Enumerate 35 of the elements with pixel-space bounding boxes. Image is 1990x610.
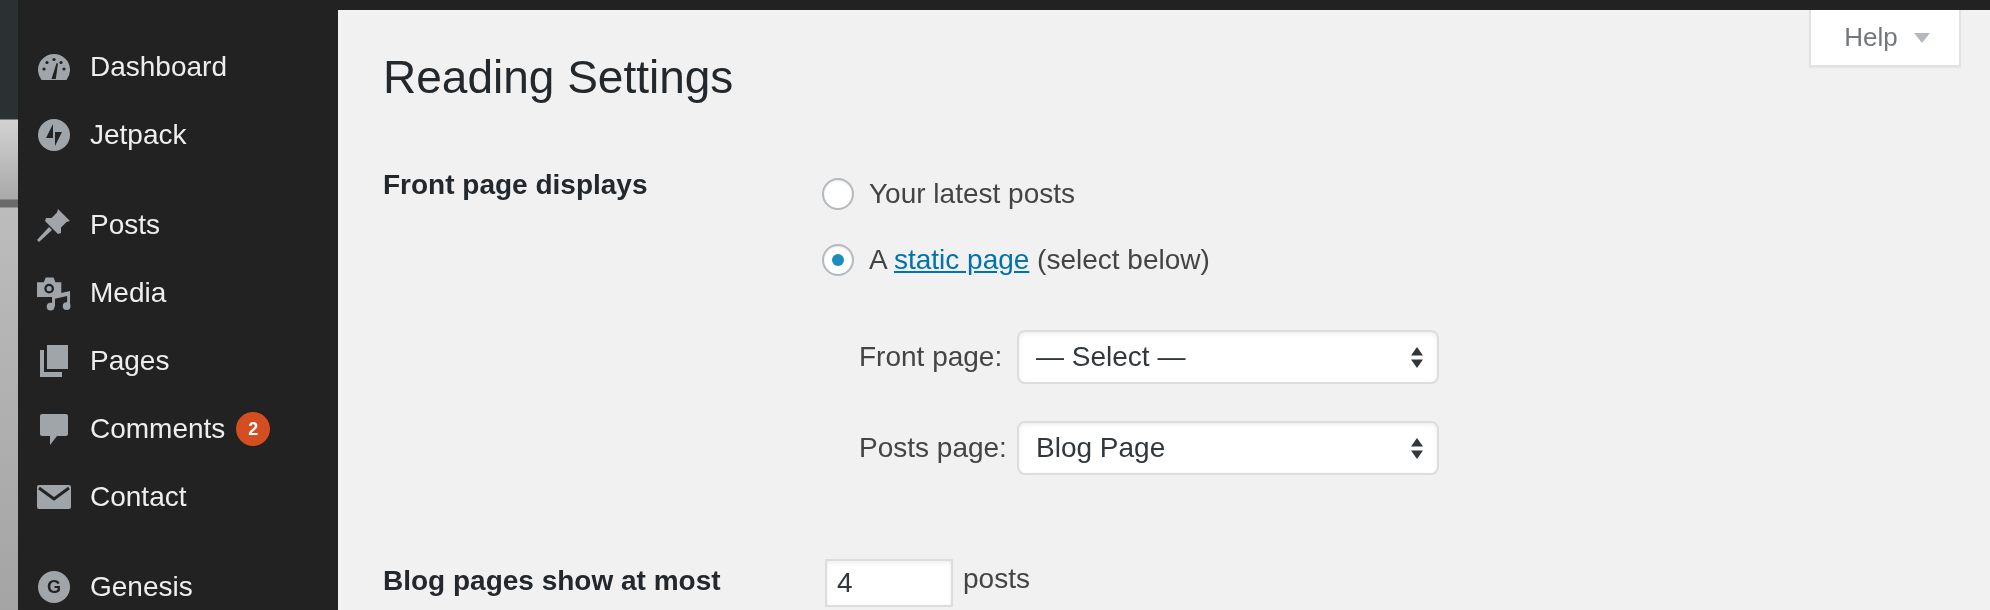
static-page-link[interactable]: static page (893, 244, 1030, 275)
sidebar-item[interactable]: Genesis (90, 567, 193, 607)
comment-count-badge: 2 (236, 412, 271, 446)
page-title: Reading Settings (383, 50, 734, 105)
help-button[interactable]: Help (1809, 10, 1961, 67)
speech-bubble-icon (40, 413, 68, 445)
envelope-icon (37, 485, 71, 509)
number-field[interactable]: 4 (825, 559, 953, 607)
sidebar-item[interactable]: Contact (90, 477, 187, 517)
sidebar-item[interactable]: Comments (90, 409, 226, 449)
caret-down-icon (1913, 32, 1930, 43)
page-select[interactable]: Blog Page (1017, 421, 1439, 475)
setting-label: Front page displays (383, 168, 648, 202)
sidebar-item[interactable]: Media (90, 273, 167, 313)
setting-label: Blog pages show at most (383, 564, 721, 598)
page-select[interactable]: — Select — (1017, 330, 1439, 384)
jetpack-bolt-icon (38, 119, 70, 151)
unit-label: posts (963, 562, 1030, 596)
sidebar-item[interactable]: Posts (90, 205, 161, 245)
sidebar-item[interactable]: Jetpack (90, 115, 187, 155)
select-label: Posts page: (859, 431, 1007, 465)
camera-music-icon (37, 275, 71, 311)
sidebar-item[interactable]: Pages (90, 341, 170, 381)
radio-label: Your latest posts (869, 177, 1075, 211)
select-label: Front page: (859, 340, 1003, 374)
up-down-arrows-icon (1411, 437, 1423, 459)
radio-button[interactable] (822, 244, 854, 276)
pages-stack-icon (40, 345, 68, 377)
sidebar-item[interactable]: Dashboard (90, 47, 227, 87)
radio-label: A static page (select below) (869, 243, 1210, 277)
pushpin-icon (37, 208, 71, 242)
dashboard-gauge-icon (38, 54, 70, 80)
letter-circle-icon: G (38, 571, 70, 603)
up-down-arrows-icon (1411, 346, 1423, 368)
radio-button[interactable] (822, 178, 854, 210)
